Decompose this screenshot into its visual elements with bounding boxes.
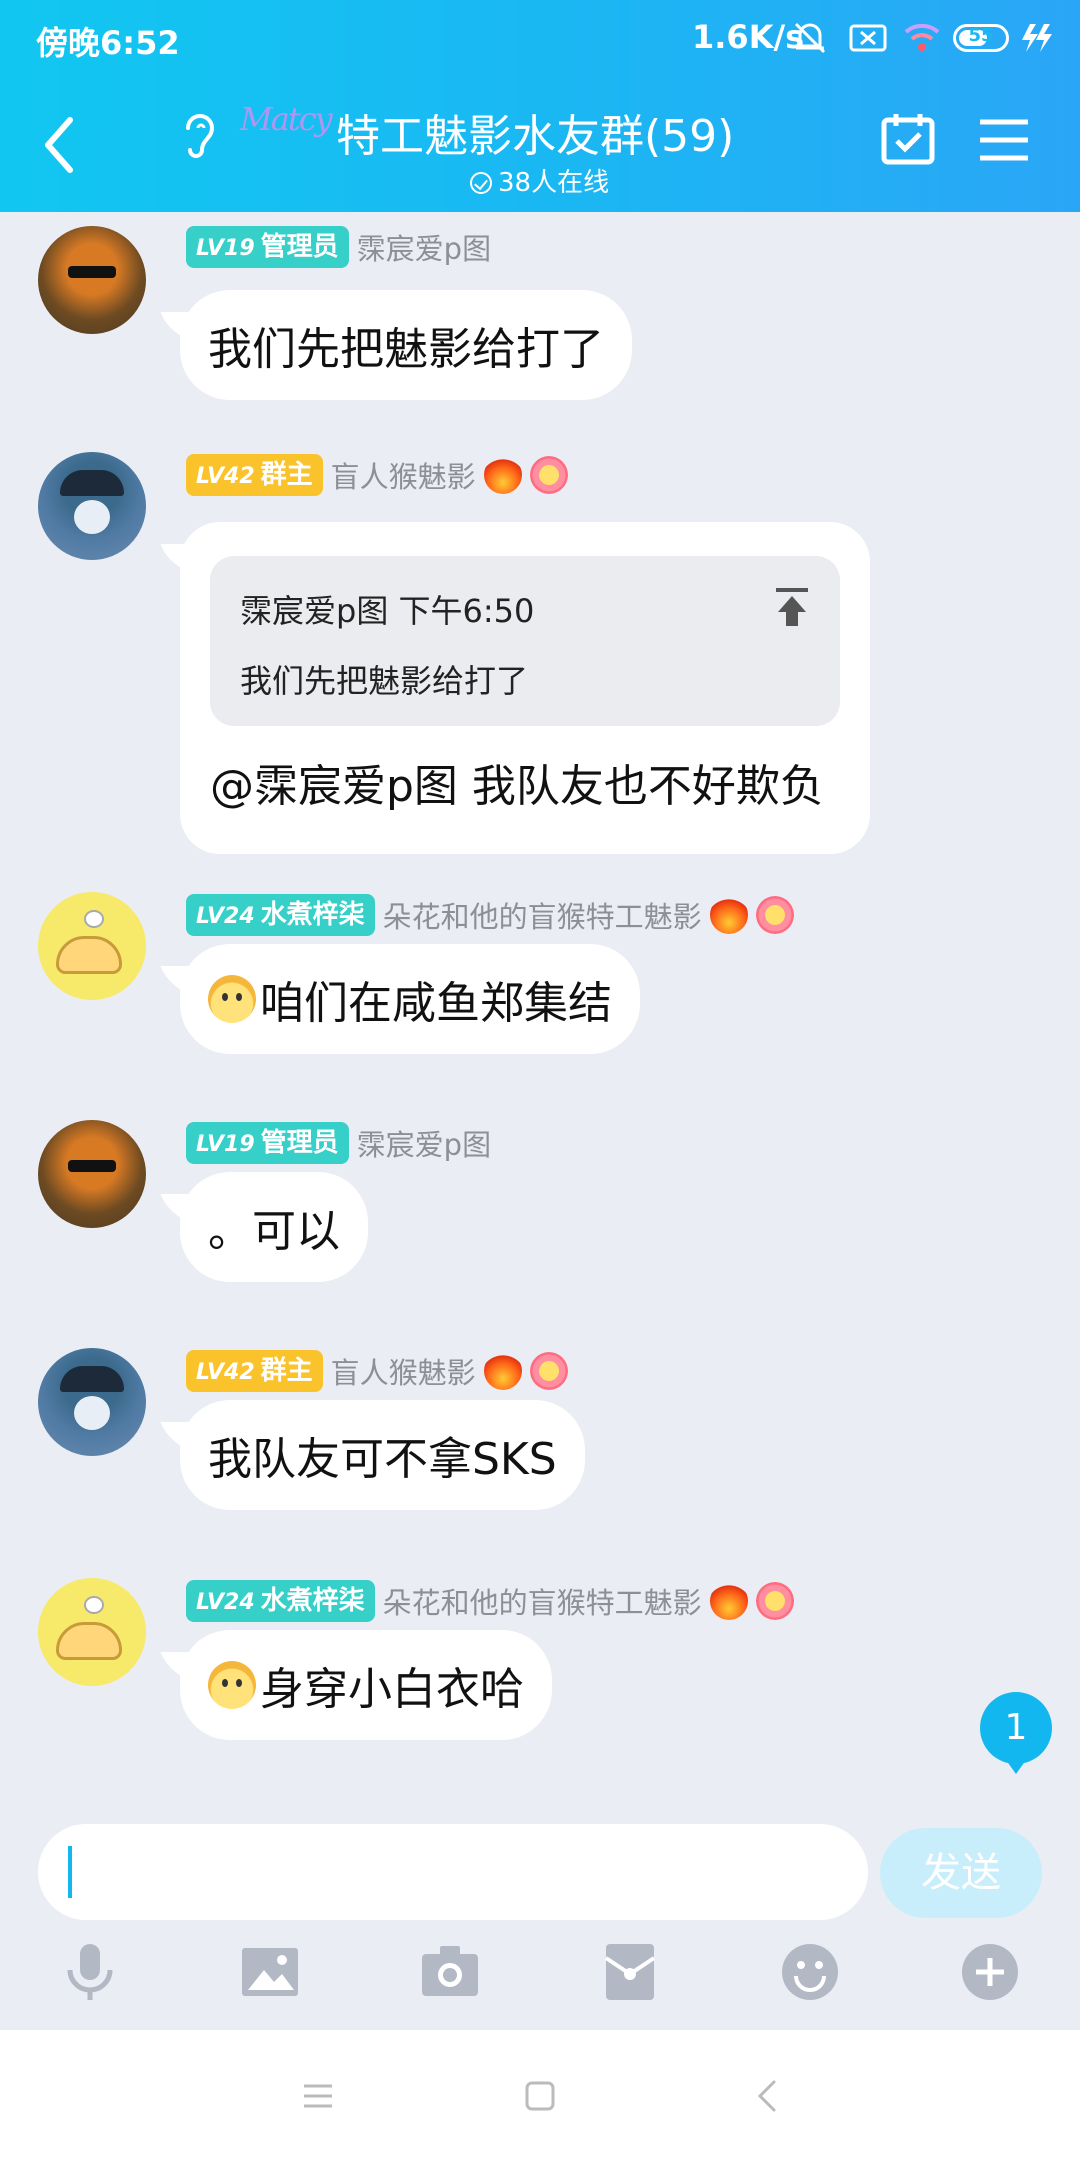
- jump-to-top-icon[interactable]: [772, 586, 812, 630]
- chat-header: 傍晚6:52 1.6K/s 55 Matcy 特工魅影水友群(59) 38人在线: [0, 0, 1080, 212]
- sender-name[interactable]: 霂宸爱p图: [357, 1122, 491, 1164]
- sender-meta: LV19 管理员 霂宸爱p图: [186, 1122, 491, 1164]
- battery-icon: 55: [953, 24, 1009, 52]
- wifi-icon: [904, 23, 940, 51]
- message-bubble[interactable]: 我们先把魅影给打了: [180, 290, 632, 400]
- mic-icon[interactable]: [58, 1940, 122, 2004]
- fire-icon: [483, 456, 522, 494]
- flower-icon: [755, 1582, 794, 1620]
- sender-meta: LV24 水煮梓柒 朵花和他的盲猴特工魅影: [186, 894, 794, 936]
- sender-name[interactable]: 盲人猴魅影: [331, 1350, 476, 1392]
- quote-header: 霂宸爱p图 下午6:50: [240, 592, 535, 630]
- sender-meta: LV42 群主 盲人猴魅影: [186, 1350, 568, 1392]
- quote-text: 我们先把魅影给打了: [240, 662, 529, 700]
- level-badge: LV24 水煮梓柒: [186, 894, 375, 936]
- sender-name[interactable]: 盲人猴魅影: [331, 454, 476, 496]
- message-bubble[interactable]: 咱们在咸鱼郑集结: [180, 944, 640, 1054]
- recent-apps-icon[interactable]: [298, 2076, 338, 2116]
- level-badge: LV24 水煮梓柒: [186, 1580, 375, 1622]
- flower-icon: [529, 456, 568, 494]
- unread-count-badge[interactable]: 1: [980, 1692, 1052, 1774]
- reply-bubble[interactable]: 霂宸爱p图 下午6:50 我们先把魅影给打了 @霂宸爱p图 我队友也不好欺负: [180, 522, 870, 854]
- doge-emoji-icon: [208, 975, 256, 1023]
- mute-bell-icon: [794, 22, 826, 54]
- level-badge: LV19 管理员: [186, 1122, 349, 1164]
- online-check-icon: [470, 172, 492, 194]
- flower-icon: [529, 1352, 568, 1390]
- back-arrow-icon[interactable]: [36, 110, 86, 180]
- charging-icon: [1022, 24, 1052, 52]
- calendar-check-icon[interactable]: [880, 110, 936, 166]
- quoted-message[interactable]: 霂宸爱p图 下午6:50 我们先把魅影给打了: [210, 556, 840, 726]
- message-bubble[interactable]: 我队友可不拿SKS: [180, 1400, 585, 1510]
- system-navigation-bar: [0, 2030, 1080, 2160]
- send-button[interactable]: 发送: [880, 1828, 1042, 1918]
- avatar[interactable]: [38, 892, 146, 1000]
- camera-icon[interactable]: [418, 1940, 482, 2004]
- sender-name[interactable]: 朵花和他的盲猴特工魅影: [383, 894, 702, 936]
- input-bar: 发送: [0, 1810, 1080, 2030]
- status-bar: 傍晚6:52 1.6K/s 55: [0, 0, 1080, 76]
- plus-icon[interactable]: [958, 1940, 1022, 2004]
- status-time: 傍晚6:52: [36, 24, 180, 62]
- nav-bar: Matcy 特工魅影水友群(59) 38人在线: [0, 90, 1080, 212]
- message-input[interactable]: [38, 1824, 868, 1920]
- level-badge: LV42 群主: [186, 454, 323, 496]
- sender-name[interactable]: 朵花和他的盲猴特工魅影: [383, 1580, 702, 1622]
- back-nav-icon[interactable]: [748, 2076, 788, 2116]
- flower-icon: [755, 896, 794, 934]
- text-cursor: [68, 1846, 72, 1898]
- image-icon[interactable]: [238, 1940, 302, 2004]
- doge-emoji-icon: [208, 1661, 256, 1709]
- avatar[interactable]: [38, 1578, 146, 1686]
- level-badge: LV19 管理员: [186, 226, 349, 268]
- reply-text: @霂宸爱p图 我队友也不好欺负: [210, 761, 824, 812]
- sim-x-icon: [849, 24, 887, 52]
- emoji-icon[interactable]: [778, 1940, 842, 2004]
- message-bubble[interactable]: 。可以: [180, 1172, 368, 1282]
- group-badge-logo: Matcy: [240, 100, 333, 138]
- fire-icon: [709, 896, 748, 934]
- sender-meta: LV19 管理员 霂宸爱p图: [186, 226, 491, 268]
- fire-icon: [709, 1582, 748, 1620]
- group-title[interactable]: 特工魅影水友群(59): [336, 100, 734, 164]
- menu-icon[interactable]: [976, 116, 1032, 164]
- avatar[interactable]: [38, 1120, 146, 1228]
- ear-icon[interactable]: [176, 106, 220, 162]
- network-speed: 1.6K/s: [692, 18, 805, 56]
- message-list[interactable]: LV19 管理员 霂宸爱p图 我们先把魅影给打了 LV42 群主 盲人猴魅影 霂宸爱…: [0, 212, 1080, 1810]
- fire-icon: [483, 1352, 522, 1390]
- red-packet-icon[interactable]: [598, 1940, 662, 2004]
- toolbar: [0, 1940, 1080, 2020]
- sender-meta: LV42 群主 盲人猴魅影: [186, 454, 568, 496]
- avatar[interactable]: [38, 1348, 146, 1456]
- home-icon[interactable]: [520, 2076, 560, 2116]
- sender-meta: LV24 水煮梓柒 朵花和他的盲猴特工魅影: [186, 1580, 794, 1622]
- sender-name[interactable]: 霂宸爱p图: [357, 226, 491, 268]
- level-badge: LV42 群主: [186, 1350, 323, 1392]
- message-bubble[interactable]: 身穿小白衣哈: [180, 1630, 552, 1740]
- avatar[interactable]: [38, 452, 146, 560]
- avatar[interactable]: [38, 226, 146, 334]
- online-status: 38人在线: [470, 162, 609, 199]
